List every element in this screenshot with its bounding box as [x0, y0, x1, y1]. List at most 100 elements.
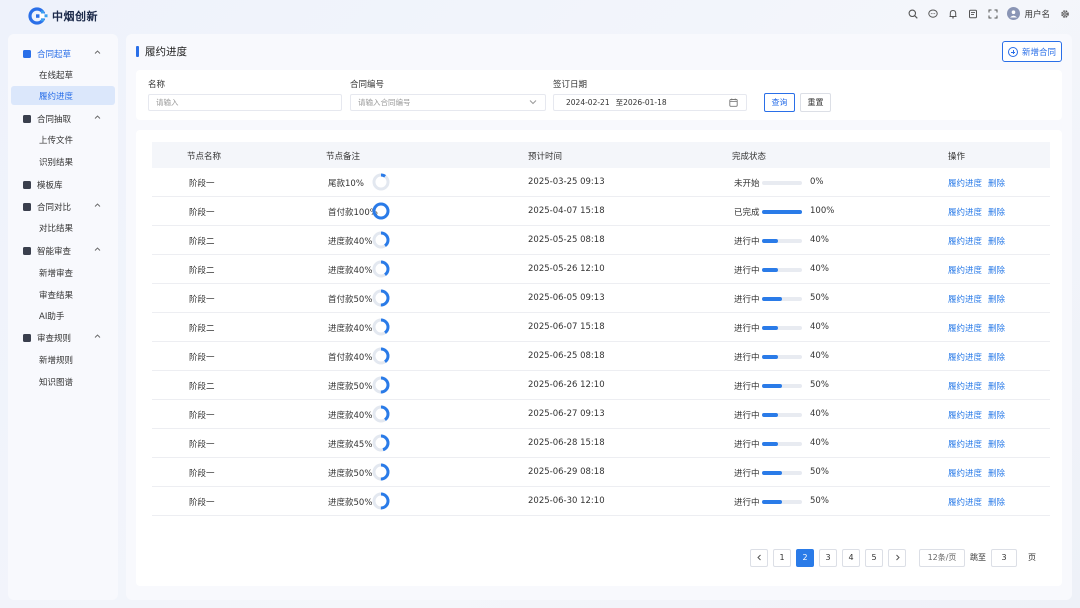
progress-link[interactable]: 履约进度 [948, 206, 982, 218]
delete-link[interactable]: 删除 [988, 264, 1005, 276]
document-icon[interactable] [967, 8, 978, 19]
table-row: 阶段一 首付款100% 2025-04-07 15:18 已完成 100% 履约进度 删除 [152, 197, 1050, 226]
progress-link[interactable]: 履约进度 [948, 409, 982, 421]
progress-link[interactable]: 履约进度 [948, 438, 982, 450]
sidebar-item-extract[interactable]: 合同抽取 [11, 109, 115, 128]
template-icon [23, 180, 31, 189]
chevron-down-icon [529, 98, 537, 108]
page-button-5[interactable]: 5 [865, 548, 883, 567]
progress-percent: 40% [810, 438, 829, 448]
progress-link[interactable]: 履约进度 [948, 380, 982, 392]
header-node: 节点名称 [187, 152, 222, 162]
expand-icon[interactable] [987, 8, 998, 19]
page-button-1[interactable]: 1 [773, 548, 791, 567]
sidebar-item-label: 对比结果 [39, 223, 74, 234]
table-row: 阶段一 首付款40% 2025-06-25 08:18 进行中 40% 履约进度 删除 [152, 342, 1050, 371]
page-button-4[interactable]: 4 [842, 548, 860, 567]
status-text: 已完成 [734, 208, 760, 218]
delete-link[interactable]: 删除 [988, 206, 1005, 218]
delete-link[interactable]: 删除 [988, 409, 1005, 421]
name-input[interactable]: 请输入 [148, 94, 342, 111]
node-note: 进度款50% [328, 498, 373, 508]
delete-link[interactable]: 删除 [988, 322, 1005, 334]
new-contract-button[interactable]: 新增合同 [1002, 41, 1062, 62]
sidebar-item-new-rule[interactable]: 新增规则 [11, 350, 115, 369]
progress-link[interactable]: 履约进度 [948, 351, 982, 363]
prev-page-button[interactable] [750, 548, 768, 567]
progress-link[interactable]: 履约进度 [948, 322, 982, 334]
query-button[interactable]: 查询 [764, 93, 795, 112]
note-progress-ring [372, 173, 390, 191]
sidebar-item-ai-assistant[interactable]: AI助手 [11, 306, 115, 325]
progress-link[interactable]: 履约进度 [948, 177, 982, 189]
estimated-time: 2025-06-05 09:13 [528, 293, 605, 303]
code-select[interactable]: 请输入合同编号 [350, 94, 546, 111]
sidebar-item-compare[interactable]: 合同对比 [11, 197, 115, 216]
brand-logo[interactable]: 中烟创新 [28, 7, 98, 25]
sidebar-item-template[interactable]: 模板库 [11, 175, 115, 194]
username[interactable]: 用户名 [1024, 8, 1050, 20]
search-icon[interactable] [907, 8, 918, 19]
sidebar-item-knowledge-graph[interactable]: 知识图谱 [11, 372, 115, 391]
page-size-select[interactable]: 12条/页 [919, 548, 965, 567]
delete-link[interactable]: 删除 [988, 177, 1005, 189]
sidebar-item-label: 审查结果 [39, 290, 74, 301]
sidebar-item-progress[interactable]: 履约进度 [11, 86, 115, 105]
delete-link[interactable]: 删除 [988, 293, 1005, 305]
sidebar-item-new-review[interactable]: 新增审查 [11, 263, 115, 282]
code-placeholder: 请输入合同编号 [358, 98, 411, 107]
delete-link[interactable]: 删除 [988, 467, 1005, 479]
delete-link[interactable]: 删除 [988, 235, 1005, 247]
node-note: 首付款50% [328, 295, 373, 305]
sidebar-item-compare-result[interactable]: 对比结果 [11, 218, 115, 237]
progress-link[interactable]: 履约进度 [948, 235, 982, 247]
progress-link[interactable]: 履约进度 [948, 264, 982, 276]
estimated-time: 2025-06-28 15:18 [528, 438, 605, 448]
progress-fill [762, 500, 782, 504]
sidebar-item-draft[interactable]: 合同起草 [11, 44, 115, 63]
progress-link[interactable]: 履约进度 [948, 467, 982, 479]
sidebar-item-label: 识别结果 [39, 157, 74, 168]
page-button-2[interactable]: 2 [796, 548, 814, 567]
progress-percent: 50% [810, 380, 829, 390]
note-progress-ring [372, 260, 390, 278]
date-range-picker[interactable]: 2024-02-21 至2026-01-18 [553, 94, 747, 111]
next-page-button[interactable] [888, 548, 906, 567]
page-button-3[interactable]: 3 [819, 548, 837, 567]
pagination: 12345 12条/页 跳至 3 页 [750, 548, 1036, 567]
status-progress-bar [762, 442, 802, 446]
progress-link[interactable]: 履约进度 [948, 496, 982, 508]
avatar[interactable] [1007, 7, 1021, 20]
bell-icon[interactable] [947, 8, 958, 19]
gear-icon[interactable] [1059, 8, 1070, 19]
table-row: 阶段一 进度款45% 2025-06-28 15:18 进行中 40% 履约进度 删除 [152, 429, 1050, 458]
delete-link[interactable]: 删除 [988, 496, 1005, 508]
header-note: 节点备注 [326, 152, 361, 162]
delete-link[interactable]: 删除 [988, 438, 1005, 450]
sidebar-item-review-result[interactable]: 审查结果 [11, 285, 115, 304]
delete-link[interactable]: 删除 [988, 380, 1005, 392]
filter-panel: 名称 请输入 合同编号 请输入合同编号 签订日期 2024-02-21 至202… [136, 70, 1062, 120]
sidebar-item-recognize[interactable]: 识别结果 [11, 152, 115, 171]
note-progress-ring [372, 463, 390, 481]
sidebar-item-online-draft[interactable]: 在线起草 [11, 65, 115, 84]
sidebar-item-rules[interactable]: 审查规则 [11, 328, 115, 347]
sidebar-item-upload[interactable]: 上传文件 [11, 130, 115, 149]
node-name: 阶段一 [189, 440, 215, 450]
table-header: 节点名称 节点备注 预计时间 完成状态 操作 [152, 142, 1050, 168]
table-row: 阶段二 进度款40% 2025-05-25 08:18 进行中 40% 履约进度 删除 [152, 226, 1050, 255]
node-name: 阶段一 [189, 498, 215, 508]
rule-icon [23, 333, 31, 342]
progress-fill [762, 471, 782, 475]
reset-button[interactable]: 重置 [800, 93, 831, 112]
sidebar-item-review[interactable]: 智能审查 [11, 241, 115, 260]
note-progress-ring [372, 318, 390, 336]
progress-link[interactable]: 履约进度 [948, 293, 982, 305]
sidebar: 合同起草在线起草履约进度合同抽取上传文件识别结果模板库合同对比对比结果智能审查新… [8, 34, 118, 600]
code-label: 合同编号 [350, 80, 385, 90]
delete-link[interactable]: 删除 [988, 351, 1005, 363]
chat-icon[interactable] [927, 8, 938, 19]
table-row: 阶段一 进度款40% 2025-06-27 09:13 进行中 40% 履约进度 删除 [152, 400, 1050, 429]
progress-percent: 50% [810, 496, 829, 506]
jump-input[interactable]: 3 [991, 548, 1017, 567]
